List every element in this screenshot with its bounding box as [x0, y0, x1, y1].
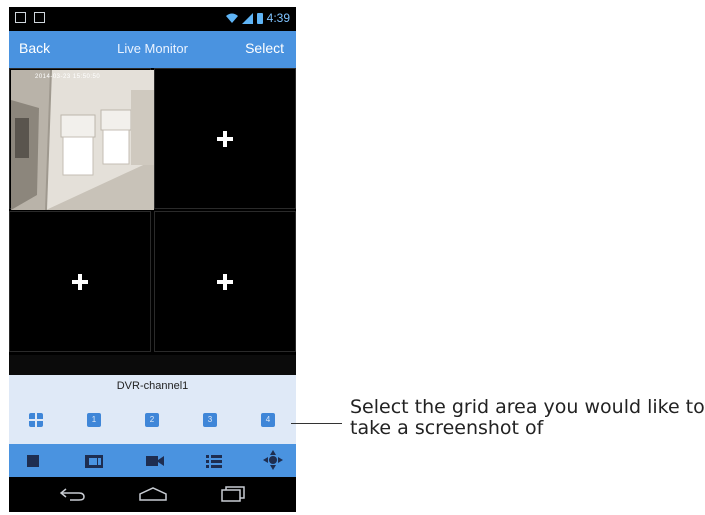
home-icon[interactable] — [138, 486, 168, 502]
grid-layout-buttons: 1 2 3 4 — [9, 397, 296, 444]
quad-layout-button[interactable] — [29, 413, 43, 427]
grid-cell-2[interactable] — [154, 68, 296, 209]
bottom-toolbar — [9, 444, 296, 477]
divider — [9, 355, 296, 375]
layout-button-4[interactable]: 4 — [261, 413, 275, 427]
add-channel-icon[interactable] — [217, 273, 233, 290]
layout-button-2[interactable]: 2 — [145, 413, 159, 427]
back-icon[interactable] — [60, 486, 86, 502]
layout-button-1[interactable]: 1 — [87, 413, 101, 427]
status-bar: 4:39 — [9, 7, 296, 31]
ptz-icon[interactable] — [262, 449, 284, 471]
snapshot-icon[interactable] — [84, 452, 104, 469]
video-grid: 2014-03-23 15:50:50 — [9, 68, 296, 355]
record-icon[interactable] — [145, 452, 165, 469]
grid-cell-4[interactable] — [154, 211, 296, 352]
channel-label: DVR-channel1 — [9, 375, 296, 397]
select-button[interactable]: Select — [245, 40, 284, 56]
camera-feed-image — [11, 70, 154, 210]
grid-cell-1[interactable]: 2014-03-23 15:50:50 — [9, 68, 154, 210]
callout-text: Select the grid area you would like to t… — [350, 396, 705, 439]
camera-feed[interactable]: 2014-03-23 15:50:50 — [11, 70, 154, 210]
stop-icon[interactable] — [25, 452, 41, 469]
callout-leader-line — [291, 423, 342, 424]
title-bar: Back Live Monitor Select — [9, 31, 296, 68]
add-channel-icon[interactable] — [72, 273, 88, 290]
camera-notification-icon — [34, 12, 45, 23]
clock: 4:39 — [266, 11, 290, 25]
add-channel-icon[interactable] — [217, 130, 233, 147]
wifi-icon — [225, 13, 238, 23]
list-icon[interactable] — [205, 452, 223, 469]
android-nav-bar — [9, 477, 296, 512]
video-timestamp: 2014-03-23 15:50:50 — [35, 74, 101, 80]
layout-button-3[interactable]: 3 — [203, 413, 217, 427]
grid-cell-3[interactable] — [9, 211, 151, 352]
phone-screen: 4:39 Back Live Monitor Select 2014-03-23… — [9, 7, 296, 512]
gallery-notification-icon — [15, 12, 26, 23]
recent-apps-icon[interactable] — [220, 486, 246, 502]
battery-icon — [256, 12, 263, 24]
signal-icon — [241, 12, 253, 24]
